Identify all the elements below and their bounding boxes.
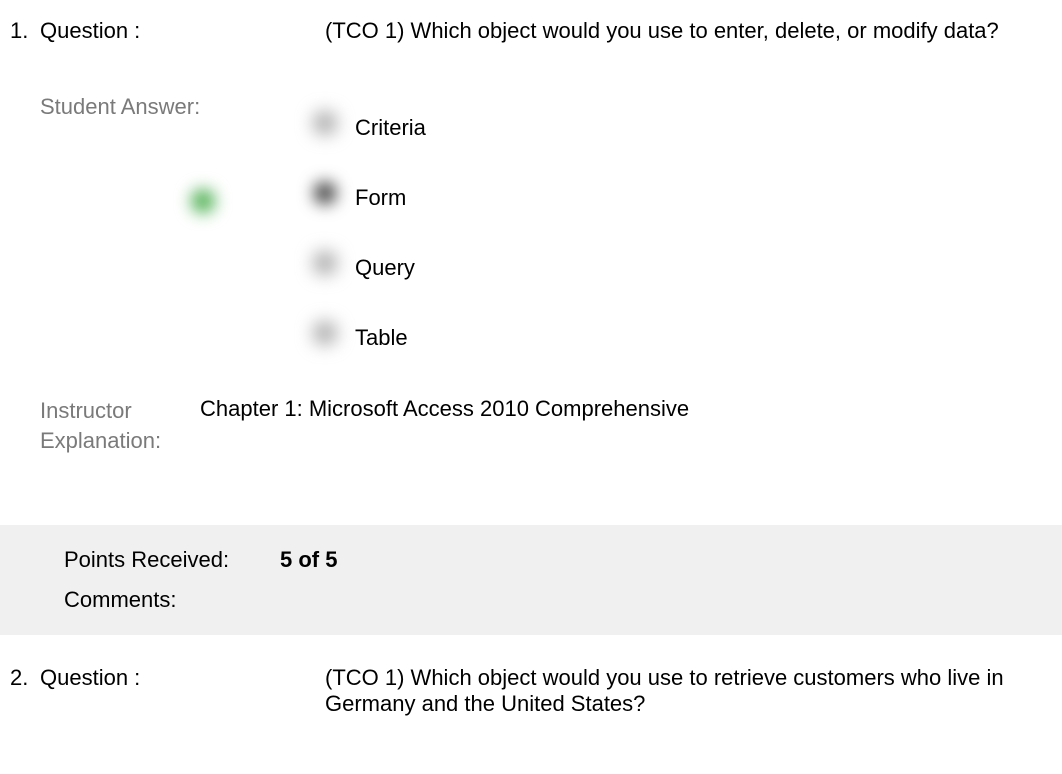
radio-icon	[314, 112, 336, 134]
answer-option: Table	[295, 298, 1052, 368]
option-text: Criteria	[355, 105, 426, 141]
radio-icon	[314, 322, 336, 344]
points-received-value: 5 of 5	[280, 547, 337, 573]
checkmark-icon	[191, 189, 215, 213]
student-answer-label: Student Answer:	[40, 94, 200, 119]
question-text: (TCO 1) Which object would you use to re…	[325, 665, 1052, 717]
question-1: 1. Question : (TCO 1) Which object would…	[0, 0, 1062, 635]
answer-option: Form	[295, 158, 1052, 228]
points-block: Points Received: 5 of 5 Comments:	[0, 525, 1062, 635]
question-header-row: 1. Question : (TCO 1) Which object would…	[0, 18, 1062, 44]
question-label: Question :	[40, 18, 140, 43]
question-label: Question :	[40, 665, 140, 690]
answer-option: Query	[295, 228, 1052, 298]
radio-icon	[314, 182, 336, 204]
instructor-explanation: Chapter 1: Microsoft Access 2010 Compreh…	[200, 396, 1052, 422]
radio-icon	[314, 252, 336, 274]
points-received-label: Points Received:	[10, 547, 280, 573]
question-number: 2.	[10, 665, 40, 691]
question-text: (TCO 1) Which object would you use to en…	[325, 18, 1052, 44]
instructor-explanation-label: Instructor Explanation:	[40, 398, 161, 453]
student-answer-row: Student Answer: Criteria Form Query	[0, 94, 1062, 368]
answer-options: Criteria Form Query Table	[295, 94, 1052, 368]
question-header-row: 2. Question : (TCO 1) Which object would…	[0, 665, 1062, 717]
comments-label: Comments:	[10, 587, 280, 613]
question-2: 2. Question : (TCO 1) Which object would…	[0, 635, 1062, 717]
instructor-explanation-row: Instructor Explanation: Chapter 1: Micro…	[0, 396, 1062, 455]
option-text: Table	[355, 315, 408, 351]
option-text: Form	[355, 175, 406, 211]
question-number: 1.	[10, 18, 40, 44]
option-text: Query	[355, 245, 415, 281]
answer-option: Criteria	[295, 88, 1052, 158]
